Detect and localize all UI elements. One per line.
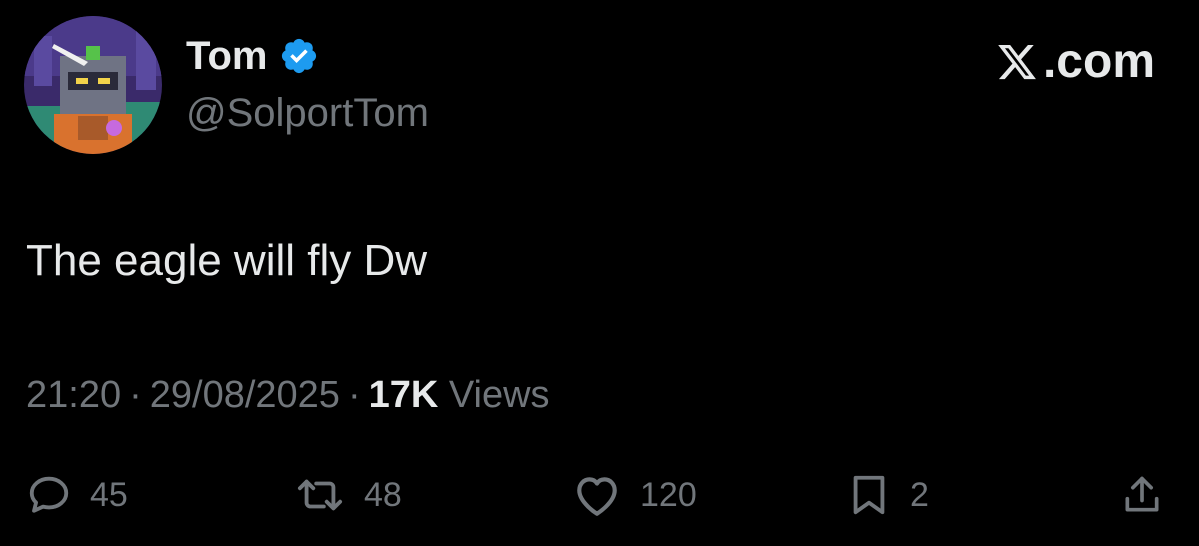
robot-avatar-icon [24,16,162,154]
avatar[interactable] [24,16,162,154]
meta-separator: · [347,374,361,416]
repost-icon [294,472,346,518]
share-icon [1120,471,1164,519]
tweet-text: The eagle will fly Dw [26,236,428,285]
repost-button[interactable]: 48 [294,470,402,520]
bookmark-button[interactable]: 2 [846,470,929,520]
repost-count: 48 [364,475,402,514]
views-label: Views [448,374,550,416]
reply-button[interactable]: 45 [26,470,128,520]
like-button[interactable]: 120 [572,470,697,520]
reply-icon [26,472,72,518]
like-count: 120 [640,475,697,514]
tweet-time[interactable]: 21:20 [26,374,121,416]
views-count: 17K [368,374,439,416]
author-name[interactable]: Tom [186,32,267,80]
share-button[interactable] [1120,470,1164,520]
verified-badge-icon [279,36,319,76]
brand-watermark: .com [995,36,1155,88]
bookmark-count: 2 [910,475,929,514]
brand-label: .com [1042,35,1155,88]
meta-separator: · [129,374,142,416]
action-bar: 45 48 120 2 [26,470,1166,520]
bookmark-icon [846,471,892,519]
x-logo-icon [995,41,1039,83]
reply-count: 45 [90,475,128,514]
tweet-meta: 21:20 · 29/08/2025 · 17K Views [26,368,550,422]
author-name-row[interactable]: Tom [186,32,319,80]
author-handle[interactable]: @SolportTom [186,88,429,138]
heart-icon [572,472,622,518]
tweet-date[interactable]: 29/08/2025 [150,374,340,416]
